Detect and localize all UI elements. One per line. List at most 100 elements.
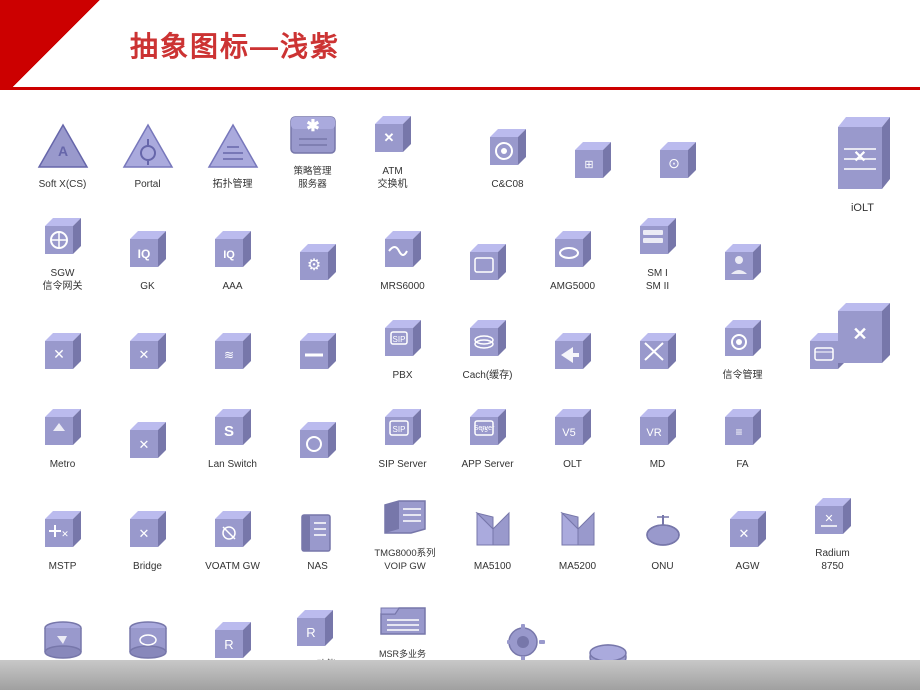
icon-tab-cube [445,233,530,293]
small-disk-icon [582,627,634,660]
soft-x-cs-icon: A [37,121,89,173]
onu-icon [637,503,689,555]
svg-text:✕: ✕ [383,130,394,145]
iolt-svg: ✕ [830,107,895,202]
sipp-icon [37,614,89,660]
svg-text:IQ: IQ [223,249,235,261]
svg-text:✕: ✕ [61,529,69,539]
row-3: ✕ ✕ [20,309,900,390]
pbx-label: PBX [392,369,412,382]
gk-icon: IQ [122,223,174,275]
icon-radium8750: ✕ Radium8750 [790,487,875,573]
svg-text:IQ: IQ [137,247,150,261]
icon-mstp: ✕ MSTP [20,500,105,573]
cnc08-label: C&C08 [491,178,523,191]
logo-triangle [0,0,110,90]
svg-text:⊞: ⊞ [584,159,593,171]
row-5: ✕ MSTP ✕ Bridge [20,487,900,581]
icon-gear-cube: ⚙ [275,233,360,293]
icon-sipp: SIPP [20,611,105,660]
svg-text:✕: ✕ [852,324,867,344]
small1-icon: ⊞ [567,134,619,186]
icon-amg5000: AMG5000 [530,220,615,293]
icon-olt: V5 OLT [530,398,615,471]
svg-text:VR: VR [646,427,661,439]
dash-icon [292,325,344,377]
bottom-bar [0,660,920,690]
icon-nas: NAS [275,500,360,573]
lan-switch-icon: S [207,401,259,453]
ma5200-label: MA5200 [559,560,596,573]
bridge-label: Bridge [133,560,162,573]
row-1: A Soft X(CS) Portal [20,105,900,199]
aaa-label: AAA [222,280,242,293]
policy-mgr-icon: ✱ [287,109,339,161]
msr-label: MSR多业务交换机(ATM/IP/MPLS) [371,649,433,660]
icon-md: VR MD [615,398,700,471]
icon-signal [615,322,700,382]
icon-dash [275,322,360,382]
icon-ma5100: MA5100 [450,500,535,573]
icon-agw: ✕ AGW [705,500,790,573]
round-cube-icon [292,414,344,466]
row-2: SGW信令网关 IQ GK [20,207,900,301]
icon-grid: A Soft X(CS) Portal [20,105,900,660]
soft-x-cs-label: Soft X(CS) [39,178,87,191]
icon-sgw: SGW信令网关 [20,207,105,293]
nas-label: NAS [307,560,328,573]
radium8750-icon: ✕ [807,490,859,542]
svg-text:⊙: ⊙ [668,155,680,171]
icon-aaa: IQ AAA [190,220,275,293]
agw-label: AGW [736,560,760,573]
top-bar: 抽象图标—浅紫 [0,0,920,90]
svg-text:SIP: SIP [392,425,405,434]
icon-lan-switch: S Lan Switch [190,398,275,471]
person-cube-icon [717,236,769,288]
icon-cache: Cach(缓存) [445,309,530,382]
nas-icon [292,503,344,555]
icon-person-cube [700,233,785,293]
pbx-icon: SIP [377,312,429,364]
sip-server-icon: SIP [377,401,429,453]
icon-cnc08: C&C08 [465,118,550,191]
voatm-gw-icon [207,503,259,555]
cnc08-icon [482,121,534,173]
portal-icon [122,121,174,173]
lan-switch-label: Lan Switch [208,458,257,471]
page-title: 抽象图标—浅紫 [130,25,340,65]
icon-fa: ≡ FA [700,398,785,471]
cache-icon [462,312,514,364]
side-large-2: ✕ [830,295,895,370]
cmts-icon [122,614,174,660]
icon-tmg8000: TMG8000系列VOIP GW [360,488,450,573]
x4-icon: ≋ [207,325,259,377]
icon-onu: ONU [620,500,705,573]
x2-icon: ✕ [37,325,89,377]
md-label: MD [650,458,666,471]
svg-text:✕: ✕ [53,346,65,362]
msr-icon [377,592,429,644]
app-server-icon: Server V5 [462,401,514,453]
metro-icon [37,401,89,453]
ma5100-label: MA5100 [474,560,511,573]
agw-icon: ✕ [722,503,774,555]
icon-small-disk [565,624,650,660]
small2-icon: ⊙ [652,134,704,186]
svg-text:A: A [57,143,67,159]
sm-label: SM ISM II [646,267,669,293]
svg-text:R: R [306,625,315,640]
topology-label: 拓扑管理 [213,178,253,191]
router-icon: R [207,614,259,660]
iolt-large-icon: ✕ iOLT [830,107,895,214]
svg-text:✱: ✱ [306,118,319,135]
icon-ma5200: MA5200 [535,500,620,573]
ma5200-icon [552,503,604,555]
icon-pbx: SIP PBX [360,309,445,382]
tmg8000-icon [379,491,431,543]
icon-app-server: Server V5 APP Server [445,398,530,471]
svg-text:S: S [223,423,233,440]
icon-bridge: ✕ Bridge [105,500,190,573]
icon-xinglingmgr: 信令管理 [700,309,785,382]
voatm-gw-label: VOATM GW [205,560,260,573]
icon-sip-server: SIP SIP Server [360,398,445,471]
